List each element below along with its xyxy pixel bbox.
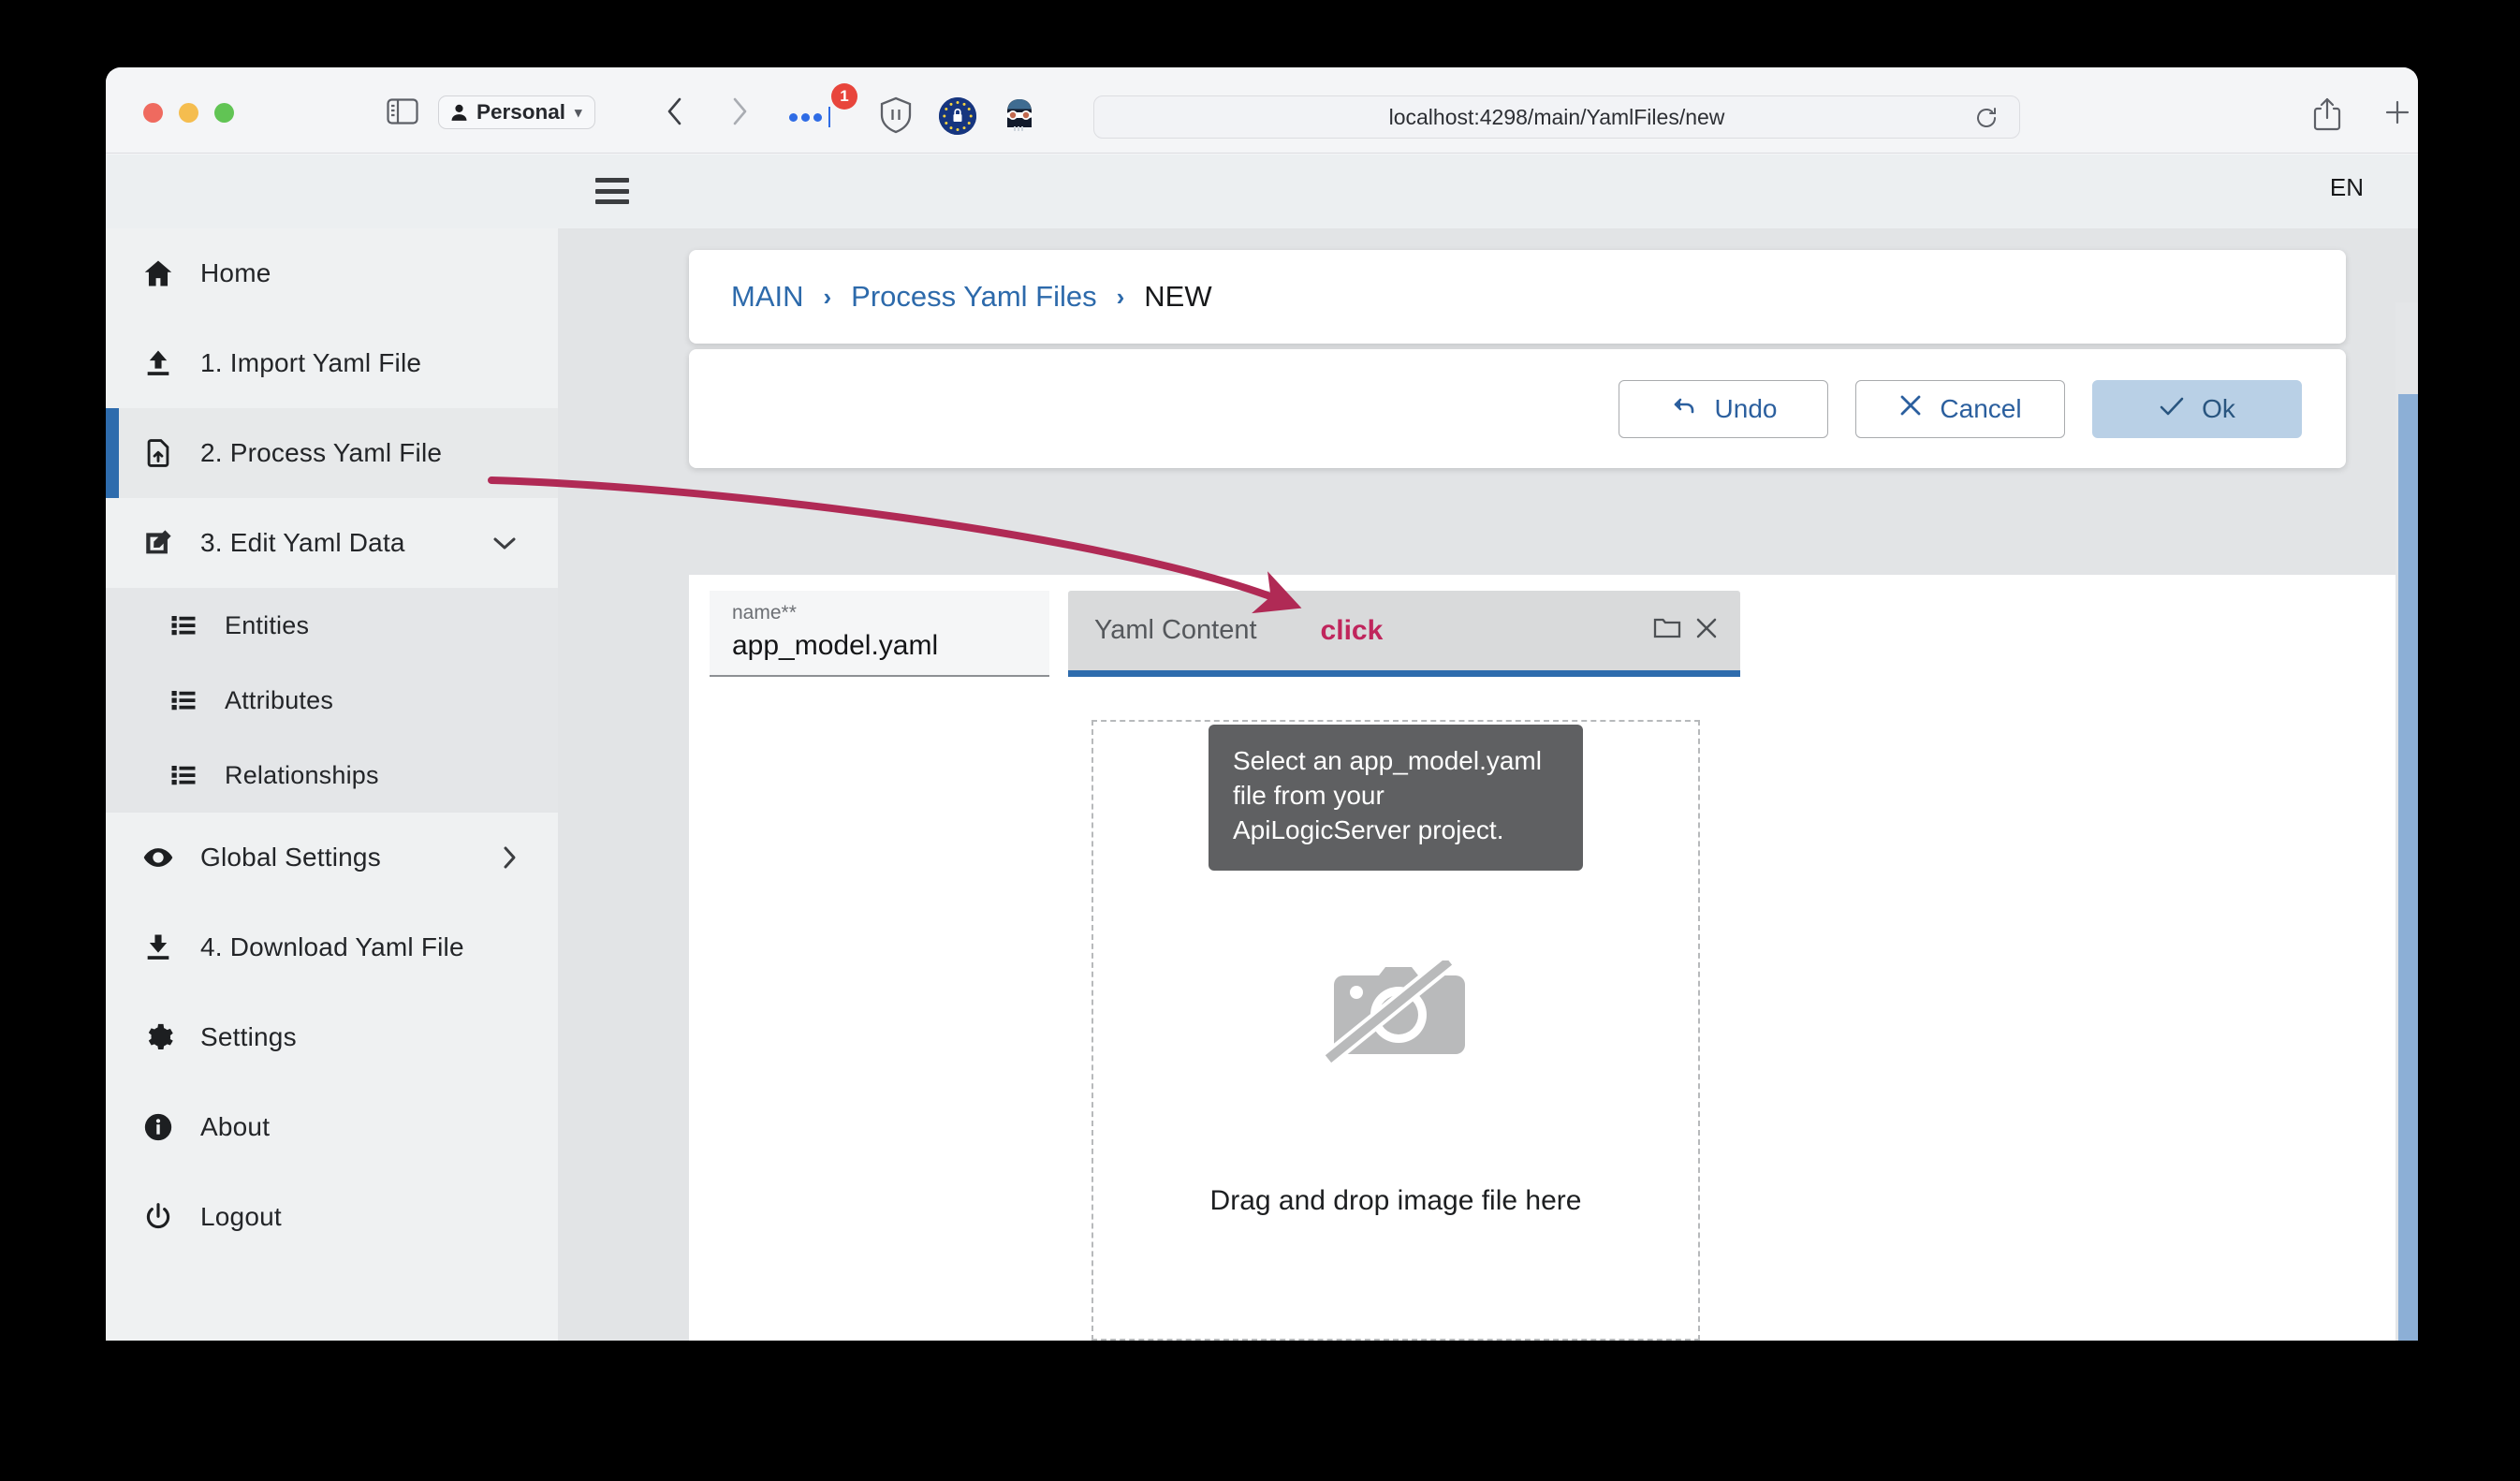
- name-field-label: name**: [732, 602, 797, 623]
- cancel-label: Cancel: [1940, 393, 2022, 423]
- language-selector[interactable]: EN: [2330, 173, 2364, 202]
- person-icon: [451, 104, 467, 121]
- list-icon: [165, 607, 202, 644]
- profile-selector[interactable]: Personal ▾: [438, 95, 595, 129]
- breadcrumb-separator: ›: [823, 282, 832, 311]
- sidebar-item-home[interactable]: Home: [106, 228, 558, 318]
- breadcrumb-item-process-yaml-files[interactable]: Process Yaml Files: [851, 280, 1096, 314]
- ok-button[interactable]: Ok: [2092, 379, 2302, 438]
- address-bar[interactable]: localhost:4298/main/YamlFiles/new: [1093, 95, 2020, 139]
- sidebar-item-import-yaml-file[interactable]: 1. Import Yaml File: [106, 318, 558, 408]
- breadcrumb-item-new: NEW: [1144, 280, 1212, 313]
- sidebar-item-label: Relationships: [225, 760, 379, 789]
- gear-icon: [137, 1016, 180, 1059]
- power-icon: [137, 1195, 180, 1239]
- profile-label: Personal: [476, 100, 566, 124]
- sidebar-item-label: Logout: [200, 1202, 282, 1231]
- sidebar-item-label: Settings: [200, 1022, 297, 1051]
- breadcrumb-separator: ›: [1116, 282, 1125, 311]
- chevron-down-icon: ▾: [575, 105, 582, 121]
- app-viewport: EN Home 1. Import Yaml File 2. Process Y…: [106, 154, 2418, 1341]
- click-annotation-label: click: [1320, 614, 1384, 646]
- close-window-button[interactable]: [143, 103, 163, 123]
- yaml-file-panel: name** app_model.yaml Yaml Content click: [689, 575, 2411, 1341]
- sidebar-item-entities[interactable]: Entities: [106, 588, 558, 663]
- sidebar-item-download-yaml-file[interactable]: 4. Download Yaml File: [106, 902, 558, 992]
- dropzone-text: Drag and drop image file here: [1209, 1185, 1582, 1216]
- shield-pause-icon[interactable]: [877, 95, 915, 135]
- sidebar-item-label: Global Settings: [200, 843, 381, 872]
- sidebar-item-edit-yaml-data[interactable]: 3. Edit Yaml Data: [106, 498, 558, 588]
- tab-label: Yaml Content: [1094, 615, 1257, 645]
- reload-icon[interactable]: [1974, 106, 1999, 135]
- url-text: localhost:4298/main/YamlFiles/new: [1388, 104, 1725, 129]
- sidebar-item-label: 1. Import Yaml File: [200, 348, 422, 377]
- undo-icon: [1670, 394, 1698, 424]
- sidebar-item-label: Attributes: [225, 685, 334, 714]
- action-toolbar: Undo Cancel Ok: [689, 349, 2346, 468]
- chevron-down-icon[interactable]: [491, 534, 519, 552]
- minimize-window-button[interactable]: [179, 103, 198, 123]
- plus-icon[interactable]: [2381, 95, 2414, 129]
- chevron-right-icon[interactable]: [500, 843, 519, 872]
- scrollbar-thumb[interactable]: [2398, 394, 2418, 1341]
- sidebar-item-attributes[interactable]: Attributes: [106, 663, 558, 738]
- edit-icon: [137, 521, 180, 565]
- camera-off-icon: [1320, 952, 1471, 1079]
- browser-toolbar: Personal ▾ 1 localhost:4298/main/YamlFil…: [106, 67, 2418, 154]
- sidebar-item-about[interactable]: About: [106, 1082, 558, 1172]
- name-field[interactable]: name** app_model.yaml: [710, 591, 1049, 677]
- home-icon: [137, 252, 180, 295]
- sidebar-item-logout[interactable]: Logout: [106, 1172, 558, 1262]
- download-icon: [137, 926, 180, 969]
- name-field-value: app_model.yaml: [732, 630, 939, 661]
- list-icon: [165, 756, 202, 794]
- share-icon[interactable]: [2310, 95, 2344, 133]
- sidebar-toggle-icon[interactable]: [385, 95, 420, 127]
- check-icon: [2159, 394, 2185, 424]
- sidebar-item-global-settings[interactable]: Global Settings: [106, 813, 558, 902]
- breadcrumb: MAIN › Process Yaml Files › NEW: [689, 250, 2346, 344]
- close-icon[interactable]: [1693, 615, 1720, 646]
- sidebar-item-label: 3. Edit Yaml Data: [200, 528, 405, 557]
- undo-button[interactable]: Undo: [1619, 379, 1828, 438]
- back-arrow-icon[interactable]: [659, 95, 691, 127]
- sidebar-item-label: Entities: [225, 610, 310, 639]
- folder-icon[interactable]: [1653, 616, 1681, 645]
- dropzone-tooltip: Select an app_model.yaml file from your …: [1209, 725, 1583, 871]
- close-icon: [1898, 393, 1923, 424]
- breadcrumb-item-main[interactable]: MAIN: [731, 280, 804, 314]
- extension-badge: 1: [831, 83, 857, 110]
- sidebar: Home 1. Import Yaml File 2. Process Yaml…: [106, 228, 558, 1341]
- sidebar-item-settings[interactable]: Settings: [106, 992, 558, 1082]
- maximize-window-button[interactable]: [214, 103, 234, 123]
- sidebar-item-label: About: [200, 1112, 271, 1141]
- sidebar-item-label: Home: [200, 258, 271, 287]
- forward-arrow-icon[interactable]: [724, 95, 755, 127]
- info-icon: [137, 1106, 180, 1149]
- main-content: MAIN › Process Yaml Files › NEW Undo Can…: [558, 228, 2418, 1341]
- ok-label: Ok: [2202, 393, 2235, 423]
- sidebar-item-relationships[interactable]: Relationships: [106, 738, 558, 813]
- window-controls[interactable]: [143, 103, 234, 123]
- eu-lock-icon[interactable]: [939, 97, 976, 135]
- eye-icon: [137, 836, 180, 879]
- app-header: EN: [106, 154, 2418, 228]
- vertical-scrollbar[interactable]: [2395, 302, 2418, 1341]
- list-icon: [165, 682, 202, 719]
- undo-label: Undo: [1714, 393, 1778, 423]
- sidebar-subnav: Entities Attributes Relationships: [106, 588, 558, 813]
- sidebar-item-label: 4. Download Yaml File: [200, 932, 464, 961]
- browser-window: Personal ▾ 1 localhost:4298/main/YamlFil…: [106, 67, 2418, 1341]
- image-dropzone[interactable]: Select an app_model.yaml file from your …: [1092, 720, 1700, 1341]
- upload-icon: [137, 342, 180, 385]
- file-upload-icon: [137, 432, 180, 475]
- sidebar-item-process-yaml-file[interactable]: 2. Process Yaml File: [106, 408, 558, 498]
- avatar-extension-icon[interactable]: [1000, 97, 1039, 135]
- extensions-more-icon[interactable]: [789, 107, 830, 127]
- cancel-button[interactable]: Cancel: [1855, 379, 2065, 438]
- sidebar-item-label: 2. Process Yaml File: [200, 438, 443, 467]
- hamburger-icon[interactable]: [595, 178, 629, 204]
- tab-yaml-content[interactable]: Yaml Content click: [1068, 591, 1740, 677]
